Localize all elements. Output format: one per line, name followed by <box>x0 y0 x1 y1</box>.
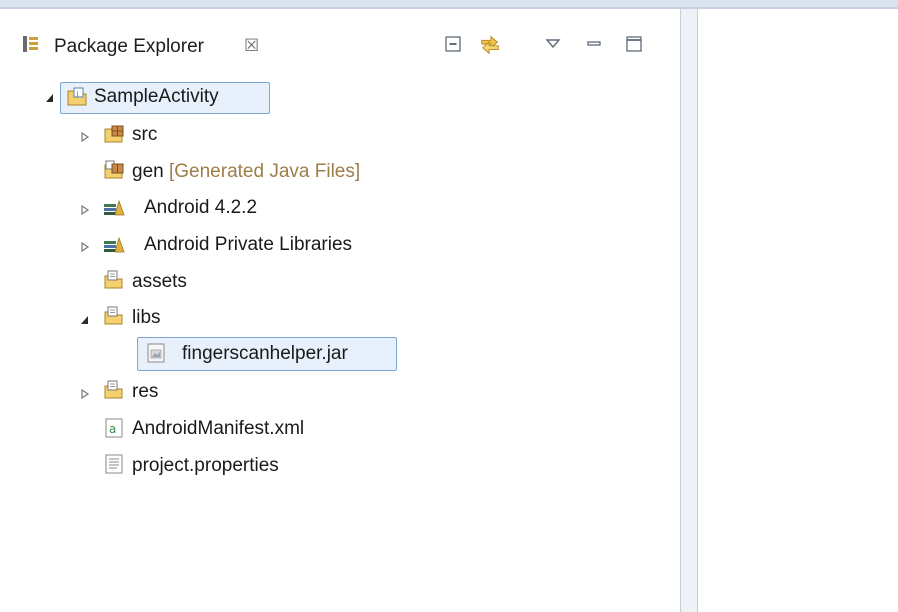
tree-item-label: fingerscanhelper.jar <box>182 343 348 364</box>
collapsed-arrow-icon[interactable] <box>79 388 91 400</box>
maximize-icon <box>626 36 642 52</box>
tree-item-label: gen [Generated Java Files] <box>132 161 360 183</box>
folder-icon <box>104 270 123 289</box>
link-with-editor-icon <box>481 35 499 55</box>
text-file-icon <box>105 454 123 474</box>
svg-text:a: a <box>109 422 116 436</box>
collapse-all-icon <box>445 36 461 52</box>
tree-item-label: AndroidManifest.xml <box>132 418 305 439</box>
expanded-arrow-icon[interactable] <box>44 92 56 104</box>
window-top-strip <box>0 0 898 9</box>
source-folder-icon <box>104 125 124 143</box>
tree-item-label: SampleActivity <box>94 86 219 107</box>
view-menu-icon <box>545 39 561 49</box>
collapse-all-button[interactable] <box>441 31 465 57</box>
xml-file-icon: a <box>105 418 123 438</box>
package-explorer-view: Package Explorer ☒ J SampleActivity src … <box>0 9 681 612</box>
tree-item-name: gen <box>132 161 164 182</box>
tree-item-label: libs <box>132 307 161 328</box>
view-tab-bar: Package Explorer ☒ <box>0 9 680 75</box>
tree-item-label: src <box>132 124 158 145</box>
collapsed-arrow-icon[interactable] <box>79 241 91 253</box>
tree-item-label: project.properties <box>132 455 279 476</box>
tree-item-label: res <box>132 381 159 402</box>
view-sash[interactable] <box>681 9 698 612</box>
svg-text:J: J <box>76 91 79 98</box>
folder-icon <box>104 380 123 399</box>
generated-source-folder-icon <box>104 160 124 179</box>
library-container-icon <box>104 199 125 216</box>
minimize-icon <box>587 41 601 46</box>
minimize-button[interactable] <box>582 31 606 57</box>
view-menu-button[interactable] <box>541 31 565 57</box>
close-view-icon[interactable]: ☒ <box>244 37 259 54</box>
maximize-button[interactable] <box>622 31 646 57</box>
folder-icon <box>104 306 123 325</box>
link-with-editor-button[interactable] <box>478 31 502 57</box>
library-container-icon <box>104 236 125 253</box>
collapsed-arrow-icon[interactable] <box>79 131 91 143</box>
expanded-arrow-icon[interactable] <box>79 314 91 326</box>
tree-item-label: Android 4.2.2 <box>144 197 258 218</box>
tree-item-label: assets <box>132 271 187 292</box>
package-explorer-icon <box>23 36 38 52</box>
collapsed-arrow-icon[interactable] <box>79 204 91 216</box>
tree-item-label: Android Private Libraries <box>144 234 353 255</box>
tree-item-decoration: [Generated Java Files] <box>168 161 361 182</box>
editor-area[interactable] <box>698 9 898 612</box>
view-title[interactable]: Package Explorer <box>54 36 204 58</box>
java-project-icon: J <box>67 87 87 106</box>
jar-file-icon <box>147 343 165 363</box>
